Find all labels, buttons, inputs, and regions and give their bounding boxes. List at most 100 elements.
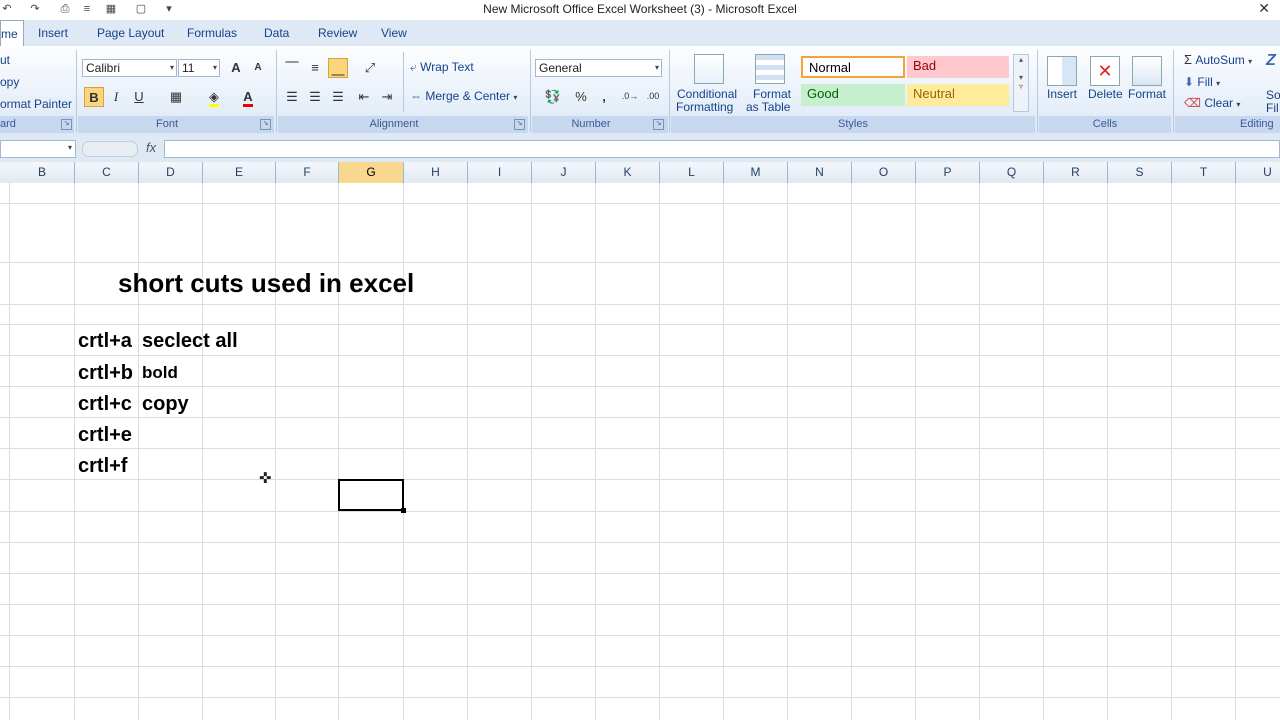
style-good[interactable]: Good	[801, 84, 905, 106]
tab-view[interactable]: View	[381, 26, 407, 40]
tab-formulas[interactable]: Formulas	[187, 26, 237, 40]
italic-button[interactable]: I	[106, 87, 126, 107]
eraser-icon: ⌫	[1184, 96, 1201, 110]
decrease-decimal-icon[interactable]: .00	[643, 87, 663, 107]
column-header-o[interactable]: O	[852, 162, 916, 183]
style-neutral[interactable]: Neutral	[907, 84, 1009, 106]
cut-button[interactable]: ut	[0, 53, 10, 67]
number-launcher-icon[interactable]: ↘	[653, 119, 664, 130]
merge-center-button[interactable]: ⇔ Merge & Center ▾	[410, 89, 517, 103]
font-launcher-icon[interactable]: ↘	[260, 119, 271, 130]
bold-button[interactable]: B	[84, 87, 104, 107]
chevron-down-icon: ▾	[513, 93, 518, 102]
currency-icon[interactable]: 💱	[538, 87, 568, 107]
align-bottom-icon[interactable]: ⎽	[328, 58, 348, 78]
column-header-j[interactable]: J	[532, 162, 596, 183]
tab-insert[interactable]: Insert	[38, 26, 68, 40]
column-header-i[interactable]: I	[468, 162, 532, 183]
fill-color-icon[interactable]: ◈	[204, 87, 224, 107]
fill-handle[interactable]	[401, 508, 406, 513]
sort-filter-icon[interactable]: Z	[1266, 52, 1276, 70]
column-header-p[interactable]: P	[916, 162, 980, 183]
tab-review[interactable]: Review	[318, 26, 357, 40]
name-box[interactable]: ▾	[0, 140, 76, 158]
gridline	[0, 262, 1280, 263]
copy-button[interactable]: opy	[0, 75, 19, 89]
column-header-q[interactable]: Q	[980, 162, 1044, 183]
column-header-m[interactable]: M	[724, 162, 788, 183]
gridline	[0, 666, 1280, 667]
column-header-e[interactable]: E	[203, 162, 276, 183]
autosum-button[interactable]: Σ AutoSum ▾	[1184, 52, 1252, 67]
clear-button[interactable]: ⌫ Clear ▾	[1184, 96, 1240, 110]
separator	[1173, 50, 1174, 132]
gridline	[0, 479, 1280, 480]
font-color-button[interactable]: A	[238, 87, 258, 107]
style-normal[interactable]: Normal	[801, 56, 905, 78]
column-header-n[interactable]: N	[788, 162, 852, 183]
percent-button[interactable]: %	[571, 87, 591, 107]
orientation-icon[interactable]: ⤢	[356, 58, 384, 78]
format-painter-button[interactable]: ormat Painter	[0, 97, 72, 111]
format-as-table-button[interactable]: Format as Table	[745, 50, 797, 116]
list-item: crtl+a	[78, 330, 132, 352]
align-left-icon[interactable]: ☰	[282, 87, 302, 107]
tab-data[interactable]: Data	[264, 26, 289, 40]
column-header-l[interactable]: L	[660, 162, 724, 183]
gridline	[1043, 183, 1044, 720]
gridline	[851, 183, 852, 720]
column-header-f[interactable]: F	[276, 162, 339, 183]
gridline	[0, 697, 1280, 698]
conditional-formatting-button[interactable]: Conditional Formatting	[674, 50, 744, 116]
insert-cells-button[interactable]: Insert	[1043, 50, 1083, 116]
list-item: crtl+b	[78, 362, 134, 384]
alignment-launcher-icon[interactable]: ↘	[514, 119, 525, 130]
align-center-icon[interactable]: ☰	[305, 87, 325, 107]
clipboard-launcher-icon[interactable]: ↘	[61, 119, 72, 130]
align-top-icon[interactable]: ⎺	[282, 58, 302, 78]
font-name-combo[interactable]: Calibri ▾	[82, 59, 177, 77]
tab-home[interactable]: me	[0, 20, 24, 47]
delete-cells-button[interactable]: ✕ Delete	[1085, 50, 1125, 116]
underline-button[interactable]: U	[129, 87, 149, 107]
align-middle-icon[interactable]: ≡	[305, 58, 325, 78]
column-header-t[interactable]: T	[1172, 162, 1236, 183]
font-size-combo[interactable]: 11 ▾	[178, 59, 220, 77]
formula-bar-resize-handle[interactable]	[82, 141, 138, 157]
decrease-indent-icon[interactable]: ⇤	[354, 87, 374, 107]
gridline	[1235, 183, 1236, 720]
fill-button[interactable]: ⬇ Fill ▾	[1184, 75, 1220, 89]
grow-font-button[interactable]: A	[226, 58, 246, 78]
insert-function-button[interactable]: fx	[146, 140, 156, 155]
tab-page-layout[interactable]: Page Layout	[97, 26, 164, 40]
gridline	[0, 417, 1280, 418]
align-right-icon[interactable]: ☰	[328, 87, 348, 107]
wrap-text-button[interactable]: ⤶ Wrap Text	[410, 60, 474, 75]
shrink-font-button[interactable]: A	[248, 58, 268, 78]
column-header-k[interactable]: K	[596, 162, 660, 183]
increase-decimal-icon[interactable]: .0→	[620, 87, 640, 107]
column-header-c[interactable]: C	[75, 162, 139, 183]
column-header-b[interactable]: B	[10, 162, 75, 183]
column-header-s[interactable]: S	[1108, 162, 1172, 183]
formula-input[interactable]	[164, 140, 1280, 158]
style-bad[interactable]: Bad	[907, 56, 1009, 78]
close-icon[interactable]: ✕	[1258, 0, 1270, 17]
gridline	[531, 183, 532, 720]
number-format-combo[interactable]: General ▾	[535, 59, 662, 77]
active-cell[interactable]	[338, 479, 404, 511]
format-cells-button[interactable]: Format	[1126, 50, 1168, 116]
styles-gallery-scroll[interactable]: ▴ ▾ ▿	[1013, 54, 1029, 112]
column-header-r[interactable]: R	[1044, 162, 1108, 183]
column-header-h[interactable]: H	[404, 162, 468, 183]
worksheet-grid[interactable]	[0, 183, 1280, 720]
borders-icon[interactable]: ▦	[166, 87, 186, 107]
comma-button[interactable]: ,	[594, 87, 614, 107]
cursor-cross-icon: ✜	[259, 470, 272, 487]
gridline	[403, 183, 404, 720]
column-header-g[interactable]: G	[339, 162, 404, 183]
column-header-u[interactable]: U	[1236, 162, 1280, 183]
gridline	[0, 635, 1280, 636]
increase-indent-icon[interactable]: ⇥	[377, 87, 397, 107]
column-header-d[interactable]: D	[139, 162, 203, 183]
